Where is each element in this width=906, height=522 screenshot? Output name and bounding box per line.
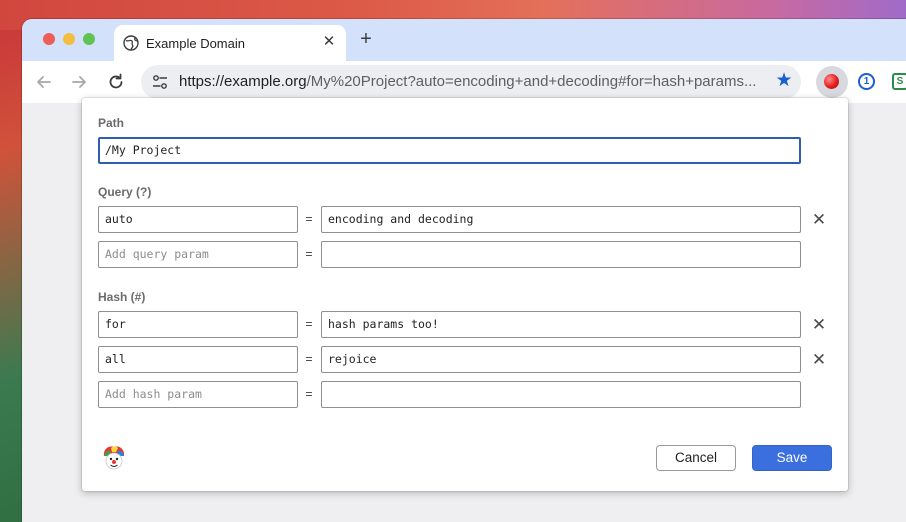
url-editor-popup: Path /My Project Query (?) auto = encodi… (82, 98, 848, 491)
equals-sign: = (305, 247, 313, 261)
reload-icon[interactable] (106, 72, 126, 92)
delete-query-param-icon[interactable]: ✕ (811, 211, 827, 228)
minimize-window-button[interactable] (63, 33, 75, 45)
close-window-button[interactable] (43, 33, 55, 45)
add-hash-value-input[interactable] (321, 381, 801, 408)
add-hash-key-input[interactable]: Add hash param (98, 381, 298, 408)
equals-sign: = (305, 212, 313, 226)
add-query-key-input[interactable]: Add query param (98, 241, 298, 268)
onepassword-icon[interactable]: 1 (858, 73, 875, 90)
site-info-icon[interactable] (151, 73, 169, 91)
address-bar[interactable]: https://example.org/My%20Project?auto=en… (141, 65, 801, 99)
clown-logo-icon (103, 446, 125, 470)
browser-toolbar: https://example.org/My%20Project?auto=en… (22, 61, 906, 103)
new-tab-button[interactable]: + (355, 28, 377, 50)
url-path: /My%20Project?auto=encoding+and+decoding… (306, 73, 757, 90)
hash-label: Hash (#) (98, 290, 146, 304)
tab-title: Example Domain (146, 36, 245, 51)
path-label: Path (98, 116, 125, 130)
path-input[interactable]: /My Project (98, 137, 801, 164)
add-query-value-input[interactable] (321, 241, 801, 268)
cancel-button[interactable]: Cancel (656, 445, 736, 471)
equals-sign: = (305, 317, 313, 331)
url-text: https://example.org/My%20Project?auto=en… (179, 73, 759, 90)
equals-sign: = (305, 387, 313, 401)
tab-example-domain[interactable]: Example Domain ✕ (114, 25, 346, 61)
tab-strip: Example Domain ✕ + (22, 19, 906, 61)
red-dot-icon (824, 74, 839, 89)
maximize-window-button[interactable] (83, 33, 95, 45)
equals-sign: = (305, 352, 313, 366)
extension-icon[interactable] (816, 66, 848, 98)
hash-value-input[interactable]: hash params too! (321, 311, 801, 338)
url-host: https://example.org (179, 73, 307, 90)
query-key-input[interactable]: auto (98, 206, 298, 233)
back-arrow-icon[interactable] (34, 72, 54, 92)
forward-arrow-icon[interactable] (69, 72, 89, 92)
hash-key-input[interactable]: all (98, 346, 298, 373)
query-label: Query (?) (98, 185, 152, 199)
hash-key-input[interactable]: for (98, 311, 298, 338)
globe-icon (123, 35, 139, 51)
query-value-input[interactable]: encoding and decoding (321, 206, 801, 233)
delete-hash-param-icon[interactable]: ✕ (811, 351, 827, 368)
sheets-extension-icon[interactable]: S (892, 73, 906, 90)
bookmark-star-icon[interactable]: ★ (773, 70, 795, 92)
save-button[interactable]: Save (752, 445, 832, 471)
close-tab-icon[interactable]: ✕ (320, 33, 338, 51)
hash-value-input[interactable]: rejoice (321, 346, 801, 373)
delete-hash-param-icon[interactable]: ✕ (811, 316, 827, 333)
